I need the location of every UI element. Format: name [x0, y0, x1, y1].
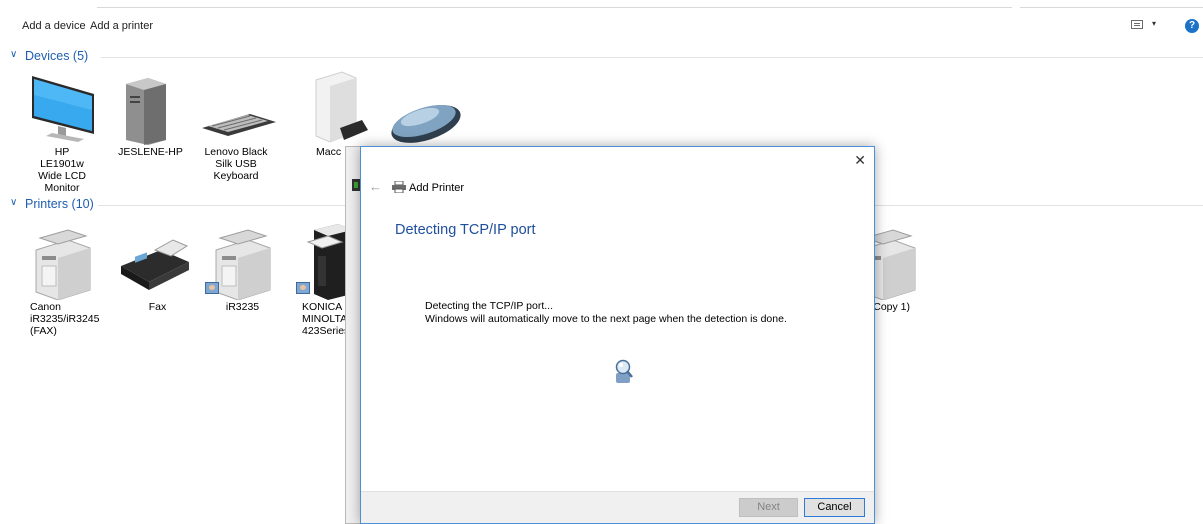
top-divider-left	[97, 7, 1012, 8]
cancel-button[interactable]: Cancel	[804, 498, 865, 517]
chevron-down-icon: ∨	[10, 197, 18, 208]
mouse-icon	[380, 70, 465, 145]
printer-icon	[392, 180, 406, 196]
chevron-down-icon: ∨	[10, 49, 18, 60]
device-label: Lenovo Black Silk USB Keyboard	[204, 146, 268, 182]
device-external-drive[interactable]: Macc	[290, 70, 375, 158]
add-device-button[interactable]: Add a device	[22, 20, 86, 32]
help-button[interactable]: ?	[1185, 19, 1199, 33]
device-monitor[interactable]: HP LE1901w Wide LCD Monitor	[20, 70, 105, 194]
fax-icon	[115, 220, 200, 295]
status-message-detail: Windows will automatically move to the n…	[425, 313, 787, 325]
device-label: HP LE1901w Wide LCD Monitor	[38, 146, 86, 194]
device-label: JESLENE-HP	[118, 146, 183, 158]
status-message: Detecting the TCP/IP port...	[425, 300, 554, 312]
printer-canon-fax[interactable]: Canon iR3235/iR3245 (FAX)	[20, 220, 105, 337]
view-icon[interactable]	[1131, 20, 1143, 29]
close-icon[interactable]: ✕	[854, 152, 866, 169]
next-button[interactable]: Next	[739, 498, 798, 517]
monitor-icon	[20, 70, 105, 145]
dialog-title: Add Printer	[409, 182, 465, 194]
devices-group-header[interactable]: ∨ Devices (5)	[8, 49, 1203, 65]
command-bar: Add a device Add a printer ▾ ?	[0, 16, 1203, 38]
device-mouse[interactable]	[380, 70, 465, 146]
top-divider-right	[1020, 7, 1203, 8]
external-drive-icon	[290, 70, 375, 145]
printer-label: iR3235	[225, 301, 260, 313]
add-printer-dialog: ✕ ← Add Printer Detecting TCP/IP port De…	[360, 146, 875, 524]
dialog-footer: Next Cancel	[361, 491, 874, 523]
view-dropdown-button[interactable]: ▾	[1152, 19, 1156, 28]
app-icon	[352, 179, 360, 191]
printer-fax[interactable]: Fax	[115, 220, 200, 313]
keyboard-icon	[194, 70, 279, 145]
printers-group-title: Printers (10)	[25, 197, 94, 211]
add-printer-button[interactable]: Add a printer	[90, 20, 153, 32]
copier-icon	[20, 220, 105, 301]
printer-ir3235[interactable]: iR3235	[200, 220, 285, 313]
computer-tower-icon	[108, 70, 193, 145]
shared-users-icon	[205, 282, 219, 294]
group-divider	[101, 57, 1203, 58]
devices-group-title: Devices (5)	[25, 49, 89, 63]
searching-icon	[612, 359, 634, 388]
printer-label: Fax	[148, 301, 167, 313]
page-heading: Detecting TCP/IP port	[395, 222, 536, 238]
copier-icon	[200, 220, 285, 301]
printer-label: Canon iR3235/iR3245 (FAX)	[30, 301, 100, 337]
back-arrow-icon[interactable]: ←	[369, 179, 382, 194]
shared-users-icon	[296, 282, 310, 294]
device-keyboard[interactable]: Lenovo Black Silk USB Keyboard	[194, 70, 279, 182]
device-computer[interactable]: JESLENE-HP	[108, 70, 193, 158]
